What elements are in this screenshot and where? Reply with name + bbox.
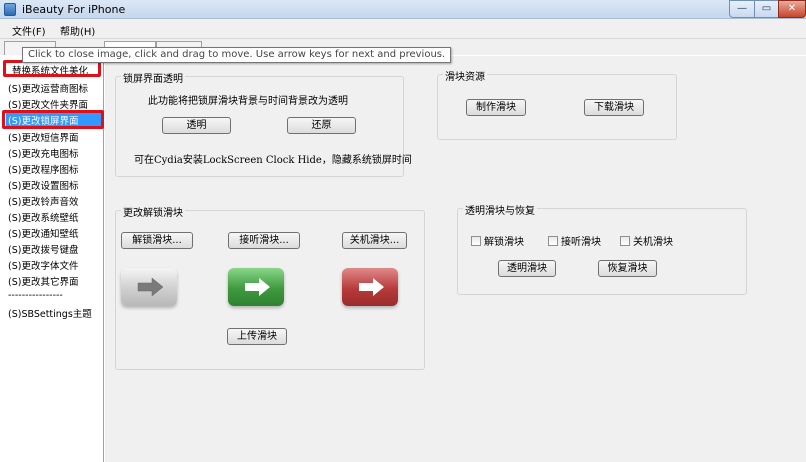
answer-slider-checkbox-box[interactable] — [548, 236, 558, 246]
close-button[interactable]: ✕ — [778, 0, 806, 18]
slider-resources-title: 滑块资源 — [443, 68, 487, 83]
sidebar-item-sms-ui[interactable]: (S)更改短信界面 — [8, 130, 78, 144]
lock-transparency-title: 锁屏界面透明 — [121, 70, 185, 85]
transparent-slider-button[interactable]: 透明滑块 — [498, 260, 556, 277]
maximize-button[interactable]: ▭ — [754, 0, 779, 18]
image-viewer-tooltip: Click to close image, click and drag to … — [22, 47, 452, 63]
lockscreen-clock-hide-note: 可在Cydia安装LockScreen Clock Hide，隐藏系统锁屏时间 — [134, 155, 412, 166]
sidebar-item-charging-icon[interactable]: (S)更改充电图标 — [8, 146, 78, 160]
lock-transparent-button[interactable]: 透明 — [162, 117, 231, 134]
menu-bar: 文件(F) 帮助(H) — [0, 19, 806, 39]
unlock-slider-button[interactable]: 解锁滑块... — [121, 232, 193, 249]
shutdown-slider-checkbox-label: 关机滑块 — [633, 237, 673, 248]
upload-slider-button[interactable]: 上传滑块 — [227, 328, 287, 345]
sidebar-item-sbsettings-theme[interactable]: (S)SBSettings主题 — [8, 306, 92, 320]
transparent-restore-title: 透明滑块与恢复 — [463, 202, 537, 217]
window-title: iBeauty For iPhone — [22, 3, 126, 16]
sidebar-item-folder-ui[interactable]: (S)更改文件夹界面 — [8, 97, 88, 111]
sidebar-item-other-ui[interactable]: (S)更改其它界面 — [8, 274, 78, 288]
transparent-restore-group: 透明滑块与恢复 — [457, 202, 747, 295]
arrow-right-red-icon[interactable] — [342, 268, 398, 306]
lock-transparency-description: 此功能将把锁屏滑块背景与时间背景改为透明 — [148, 96, 348, 107]
arrow-right-gray-icon[interactable] — [121, 268, 177, 306]
change-slider-title: 更改解锁滑块 — [121, 204, 185, 219]
make-slider-button[interactable]: 制作滑块 — [466, 99, 526, 116]
title-bar: iBeauty For iPhone — ▭ ✕ — [0, 0, 806, 19]
shutdown-slider-checkbox-box[interactable] — [620, 236, 630, 246]
answer-slider-button[interactable]: 接听滑块... — [228, 232, 300, 249]
arrow-right-green-icon[interactable] — [228, 268, 284, 306]
content-panel: 锁屏界面透明 此功能将把锁屏滑块背景与时间背景改为透明 透明 还原 可在Cydi… — [105, 56, 806, 462]
sidebar-item-ringtones[interactable]: (S)更改铃声音效 — [8, 194, 78, 208]
lock-restore-button[interactable]: 还原 — [287, 117, 356, 134]
sidebar-item-notification-wallpaper[interactable]: (S)更改通知壁纸 — [8, 226, 78, 240]
app-icon — [4, 3, 16, 16]
menu-help[interactable]: 帮助(H) — [60, 23, 95, 38]
sidebar-item-settings-icons[interactable]: (S)更改设置图标 — [8, 178, 78, 192]
restore-slider-button[interactable]: 恢复滑块 — [598, 260, 657, 277]
answer-slider-checkbox-label: 接听滑块 — [561, 237, 601, 248]
minimize-button[interactable]: — — [729, 0, 755, 18]
sidebar-item-app-icons[interactable]: (S)更改程序图标 — [8, 162, 78, 176]
download-slider-button[interactable]: 下载滑块 — [584, 99, 644, 116]
sidebar-separator: ---------------- — [8, 290, 63, 301]
sidebar-item-font-files[interactable]: (S)更改字体文件 — [8, 258, 78, 272]
answer-slider-checkbox[interactable]: 接听滑块 — [548, 233, 601, 248]
sidebar-item-carrier-icon[interactable]: (S)更改运营商图标 — [8, 81, 88, 95]
unlock-slider-checkbox[interactable]: 解锁滑块 — [471, 233, 524, 248]
unlock-slider-checkbox-label: 解锁滑块 — [484, 237, 524, 248]
sidebar-item-system-wallpaper[interactable]: (S)更改系统壁纸 — [8, 210, 78, 224]
sidebar-item-dial-keypad[interactable]: (S)更改拨号键盘 — [8, 242, 78, 256]
shutdown-slider-checkbox[interactable]: 关机滑块 — [620, 233, 673, 248]
menu-file[interactable]: 文件(F) — [12, 23, 46, 38]
shutdown-slider-button[interactable]: 关机滑块... — [342, 232, 407, 249]
highlight-box-selected — [2, 110, 104, 129]
unlock-slider-checkbox-box[interactable] — [471, 236, 481, 246]
